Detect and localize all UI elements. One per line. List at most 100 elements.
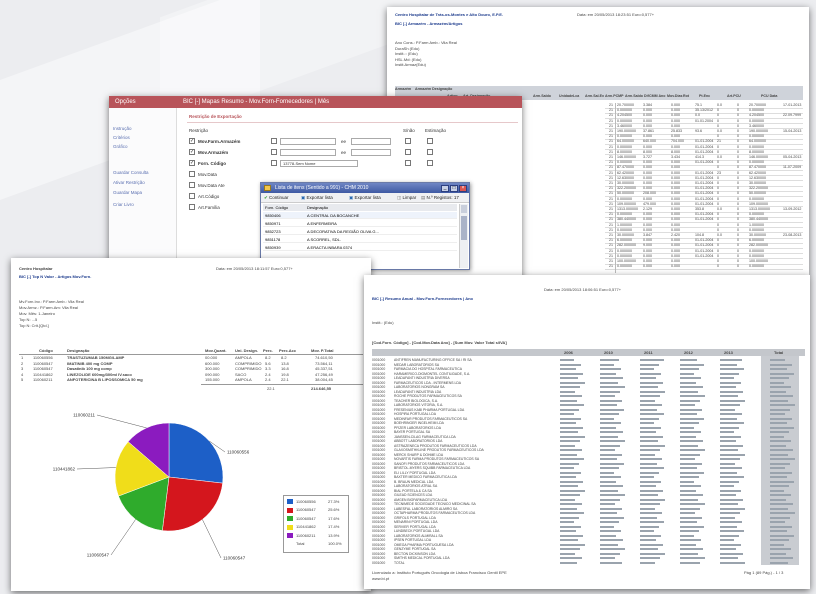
- cell: 0.000000: [617, 248, 632, 253]
- clear-button[interactable]: ◫ Limpar: [397, 195, 416, 201]
- value-bar: [560, 516, 579, 519]
- supplier-code: 0001000: [372, 407, 386, 412]
- cell: 0: [737, 144, 739, 149]
- sidebar-item-ativar-restricao[interactable]: Ativar Restrição: [113, 180, 145, 185]
- checkbox[interactable]: [189, 182, 195, 188]
- list-item[interactable]: 9850406 A CENTRAL DA BOCANCHE: [263, 212, 457, 219]
- value-bar: [600, 530, 621, 532]
- sidebar-item-guardar-consulta[interactable]: Guardar Consulta: [113, 170, 149, 175]
- topn-report-panel: Centro Hospitalar Data: em 20/05/2013 18…: [11, 258, 371, 591]
- supplier-code: 0001000: [372, 551, 386, 556]
- value-bar: [720, 444, 743, 447]
- value-bar: [600, 494, 625, 496]
- checkbox[interactable]: [271, 160, 277, 166]
- checkbox[interactable]: ✓: [189, 138, 195, 144]
- pie-leader-line: [96, 414, 147, 429]
- cell: 0: [737, 175, 739, 180]
- checkbox[interactable]: [405, 149, 411, 155]
- minimize-icon[interactable]: _: [441, 184, 449, 192]
- cell: 21: [609, 175, 613, 180]
- supplier-name: LABORATORIOS VITORIA, S.A.: [394, 403, 444, 407]
- maximize-icon[interactable]: □: [450, 184, 458, 192]
- cell: 21: [609, 253, 613, 258]
- dialog-scrollbar[interactable]: [459, 204, 468, 268]
- checkbox[interactable]: [405, 160, 411, 166]
- value-input[interactable]: [280, 148, 336, 156]
- restriction-label: Forn. Código: [198, 160, 226, 166]
- year-header: 2013: [724, 349, 733, 355]
- cell: 0.000: [671, 175, 680, 180]
- value-input[interactable]: [351, 137, 391, 145]
- checkbox[interactable]: ✓: [189, 160, 195, 166]
- header-label: Armazém: [395, 87, 412, 91]
- cell: 87.470000: [617, 165, 634, 170]
- item-name: A ERACTA INBARA 0374: [307, 245, 353, 250]
- supplier-name: GILEAD SCIENCES LDA: [394, 493, 433, 497]
- sidebar-item-instrucao[interactable]: Instrução: [113, 126, 132, 131]
- export-list-button[interactable]: ▣ Exportar lista: [301, 195, 333, 201]
- value-input[interactable]: [280, 137, 336, 145]
- sidebar-item-grafico[interactable]: Gráfico: [113, 144, 128, 149]
- value-bar: [770, 543, 784, 546]
- annual-report-panel: Data: em 20/05/2013 18:06:51 Euro:0,577+…: [364, 275, 810, 589]
- value-bar: [640, 557, 660, 559]
- close-icon[interactable]: ×: [459, 184, 467, 192]
- cell: 353.8: [695, 207, 704, 211]
- supplier-code: 0001000: [372, 358, 386, 362]
- scroll-thumb[interactable]: [461, 216, 467, 240]
- checkbox[interactable]: [271, 149, 277, 155]
- supplier-name: B. BRAUN MEDICAL LDA: [394, 479, 434, 484]
- value-bar: [600, 408, 624, 411]
- legend-label: Total: [296, 541, 305, 546]
- checkbox[interactable]: [427, 149, 433, 155]
- cell: 1313.000000: [749, 207, 770, 211]
- export-list-button-2[interactable]: ▣ Exportar lista: [349, 195, 381, 201]
- value-bar: [560, 525, 581, 528]
- checkbox[interactable]: [427, 160, 433, 166]
- cell: 0.000: [643, 175, 652, 180]
- value-input[interactable]: [351, 148, 391, 156]
- checkbox[interactable]: [271, 138, 277, 144]
- cell: 0.000: [643, 238, 652, 243]
- cell: 0.000: [643, 222, 652, 227]
- cell: 0: [737, 170, 739, 175]
- value-bar: [770, 516, 790, 519]
- value-input[interactable]: 13778-Sem Nome: [280, 159, 358, 167]
- sidebar-item-criar-livro[interactable]: Criar Livro: [113, 202, 134, 207]
- options-label[interactable]: Opções: [115, 96, 136, 108]
- export-icon: ▣: [301, 195, 306, 200]
- value-bar: [680, 399, 700, 402]
- list-item[interactable]: 9851178 A SCORREL, SDL.: [263, 236, 457, 243]
- list-item[interactable]: 9850971 A ENFERMEIRA: [263, 220, 457, 227]
- cell: 21: [609, 139, 613, 144]
- value-bar: [640, 431, 656, 433]
- checkbox[interactable]: [189, 193, 195, 199]
- value-bar: [600, 417, 614, 420]
- value-bar: [640, 539, 656, 541]
- year-header: 2011: [644, 349, 653, 355]
- continue-button[interactable]: ✔ Continuar: [264, 195, 289, 201]
- checkbox[interactable]: ✓: [189, 149, 195, 155]
- cell: 21: [609, 123, 613, 128]
- value-bar: [600, 363, 614, 366]
- value-bar: [720, 435, 741, 438]
- value-bar: [600, 404, 617, 406]
- value-bar: [600, 512, 617, 514]
- supplier-code: 0001000: [372, 425, 386, 430]
- checkbox[interactable]: [427, 138, 433, 144]
- annual-url[interactable]: www.bi.pt: [372, 577, 389, 581]
- sidebar-item-guardar-mapa[interactable]: Guardar Mapa: [113, 190, 142, 195]
- cell: 01-01-2004: [695, 243, 714, 248]
- scroll-up-icon[interactable]: [461, 205, 467, 213]
- checkbox[interactable]: [189, 204, 195, 210]
- sidebar-item-criterios[interactable]: Critérios: [113, 135, 130, 140]
- checkbox[interactable]: [405, 138, 411, 144]
- value-bar: [640, 543, 663, 546]
- cell: 322.200000: [749, 186, 768, 191]
- value-bar: [720, 521, 742, 523]
- list-item[interactable]: 9850939 A ERACTA INBARA 0374: [263, 244, 457, 251]
- list-item[interactable]: 9852723 A DECORATIVA DA REGIÃO OLIVA G...: [263, 228, 457, 235]
- cell: 0.000000: [749, 108, 764, 113]
- checkbox[interactable]: [189, 171, 195, 177]
- supplier-name: MERCK SHARP & DOHME LDA: [394, 452, 444, 457]
